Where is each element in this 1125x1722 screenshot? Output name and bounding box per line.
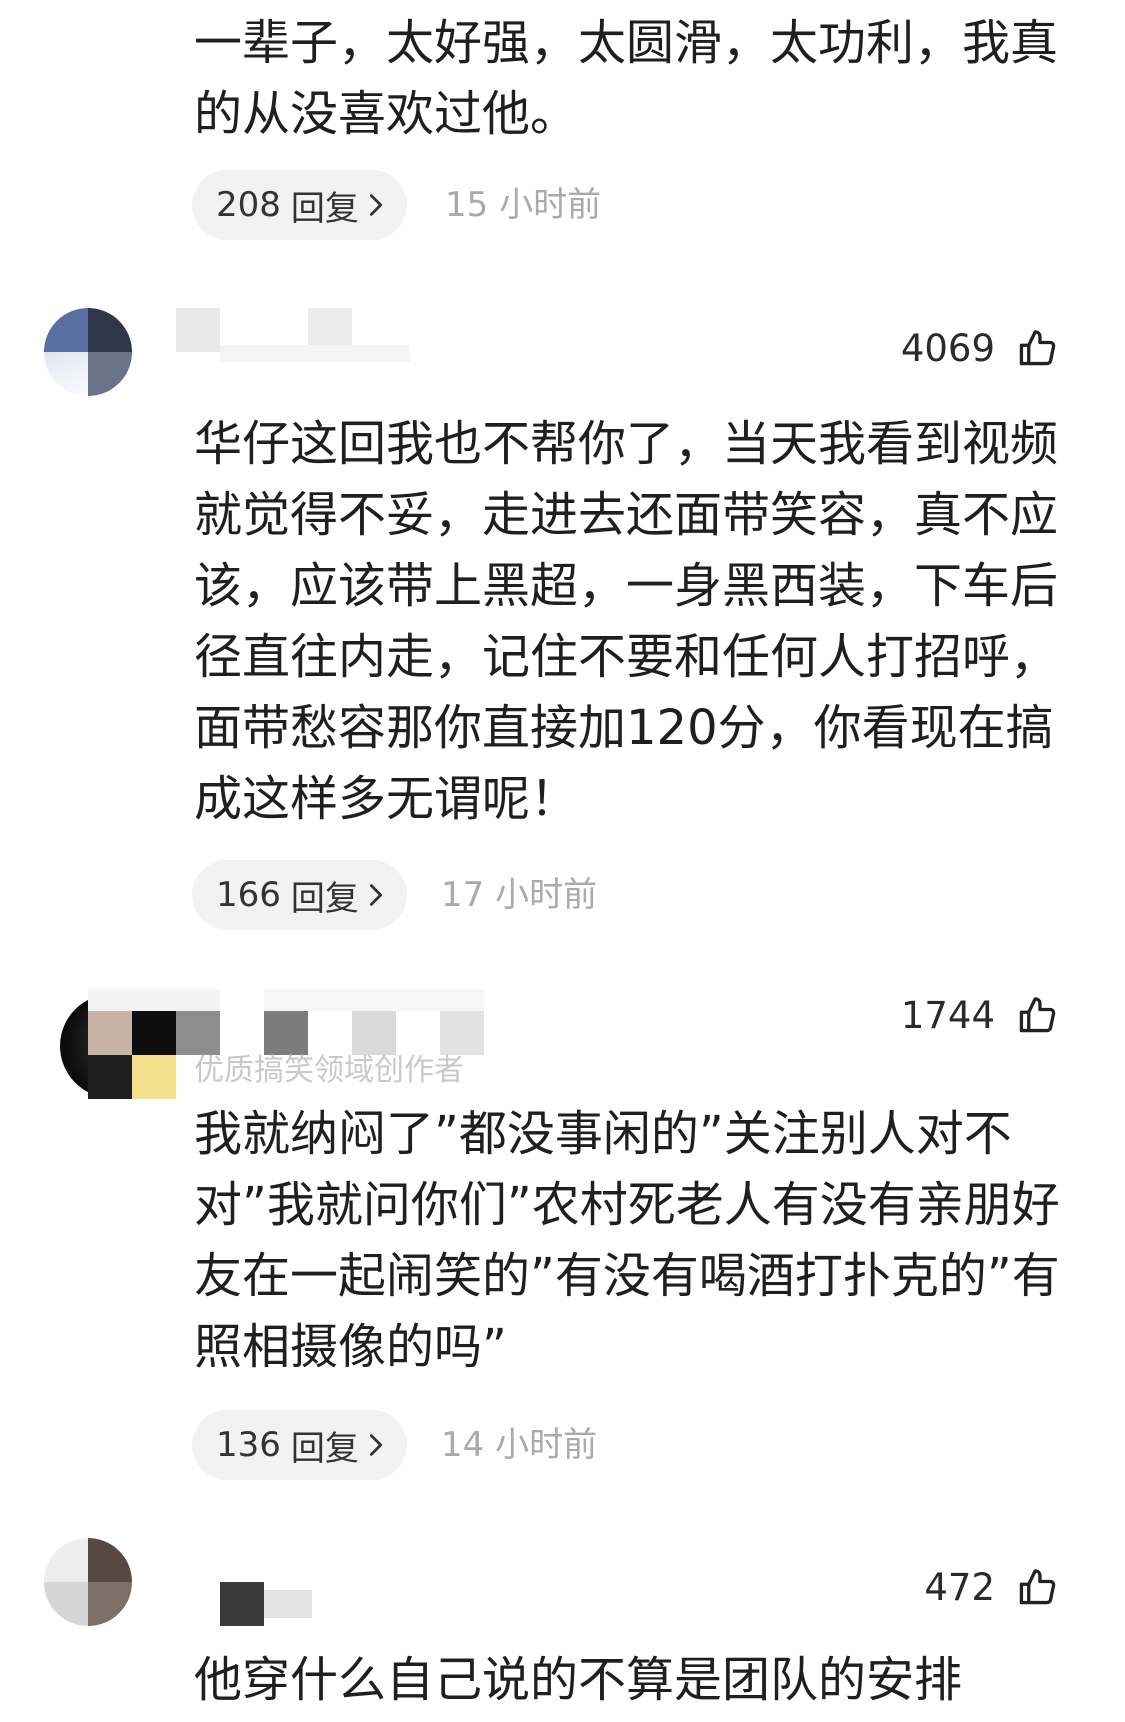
chevron-right-icon (369, 1433, 383, 1457)
comment-text-line: 成这样多无谓呢！ (194, 771, 579, 827)
mosaic-tile (440, 1011, 484, 1055)
mosaic-tile (88, 1011, 132, 1055)
like-count: 1744 (900, 993, 995, 1037)
mosaic-tile (264, 989, 484, 1011)
comment-text-line: 的从没喜欢过他。 (194, 86, 579, 142)
username-obscured[interactable] (264, 989, 484, 1055)
reply-count: 166 (216, 875, 281, 915)
like-count: 472 (924, 1565, 995, 1609)
mosaic-tile (132, 1011, 176, 1055)
mosaic-tile (176, 1011, 220, 1055)
thumbs-up-icon[interactable] (1015, 326, 1059, 370)
like-count: 4069 (900, 326, 995, 370)
avatar[interactable] (44, 308, 132, 396)
like-button[interactable]: 1744 (901, 990, 1059, 1040)
comment-text-line: 就觉得不妥，走进去还面带笑容，真不应 (194, 487, 1059, 543)
mosaic-tile (44, 1582, 88, 1626)
chevron-right-icon (369, 193, 383, 217)
comment-text-line: 一辈子，太好强，太圆滑，太功利，我真 (194, 15, 1059, 71)
reply-count: 208 (216, 185, 281, 225)
reply-label: 回复 (290, 188, 359, 229)
author-badge: 优质搞笑领域创作者 (194, 1053, 464, 1088)
mosaic-tile (88, 352, 132, 396)
mosaic-tile (176, 308, 220, 352)
like-button[interactable]: 4069 (901, 323, 1059, 373)
comment-time: 17 小时前 (441, 875, 598, 915)
mosaic-tile (44, 308, 88, 352)
mosaic-tile (88, 1582, 132, 1626)
comment-text: 我就纳闷了”都没事闲的”关注别人对不 对”我就问你们”农村死老人有没有亲朋好 友… (194, 1099, 1060, 1383)
comment-text-line: 友在一起闹笑的”有没有喝酒打扑克的”有 (194, 1248, 1060, 1304)
mosaic-tile (132, 1055, 176, 1099)
chevron-right-icon (369, 883, 383, 907)
view-replies-button[interactable]: 166 回复 (192, 860, 407, 930)
comment: 4069 华仔这回我也不帮你了，当天我看到视频 就觉得不妥，走进去还面带笑容，真… (0, 290, 1125, 950)
view-replies-button[interactable]: 208 回复 (192, 170, 407, 240)
comment-time: 14 小时前 (441, 1425, 598, 1465)
comment-text-line: 该，应该带上黑超，一身黑西装，下车后 (194, 558, 1059, 614)
comment-text: 他穿什么自己说的不算是团队的安排 (194, 1645, 962, 1716)
mosaic-tile (88, 1055, 132, 1099)
view-replies-button[interactable]: 136 回复 (192, 1410, 407, 1480)
comment-text-line: 照相摄像的吗” (194, 1319, 507, 1375)
mosaic-tile (264, 1011, 308, 1055)
mosaic-tile (88, 1538, 132, 1582)
reply-count: 136 (216, 1425, 281, 1465)
comment: 1744 优质搞笑领域创作者 我就纳闷了”都没事闲的”关注别人对不 对”我就问你… (0, 960, 1125, 1500)
like-button[interactable]: 472 (924, 1562, 1059, 1612)
thumbs-up-icon[interactable] (1015, 1565, 1059, 1609)
comment-text: 华仔这回我也不帮你了，当天我看到视频 就觉得不妥，走进去还面带笑容，真不应 该，… (194, 409, 1058, 835)
mosaic-tile (88, 989, 220, 1011)
comment-text-line: 华仔这回我也不帮你了，当天我看到视频 (194, 416, 1059, 472)
mosaic-tile (220, 1582, 264, 1626)
comment: 一辈子，太好强，太圆滑，太功利，我真 的从没喜欢过他。 208 回复 15 小时… (0, 0, 1125, 270)
comment-text-line: 径直往内走，记住不要和任何人打招呼， (194, 629, 1059, 685)
avatar[interactable] (44, 1538, 132, 1626)
comment: 472 他穿什么自己说的不算是团队的安排 (0, 1520, 1125, 1722)
reply-label: 回复 (290, 1428, 359, 1469)
mosaic-tile (264, 1590, 312, 1618)
comment-text-line: 对”我就问你们”农村死老人有没有亲朋好 (194, 1177, 1060, 1233)
comment-text: 一辈子，太好强，太圆滑，太功利，我真 的从没喜欢过他。 (194, 8, 1058, 150)
mosaic-tile (352, 1011, 396, 1055)
comment-text-line: 我就纳闷了”都没事闲的”关注别人对不 (194, 1106, 1012, 1162)
mosaic-tile (88, 308, 132, 352)
username-obscured[interactable] (176, 308, 410, 362)
comment-text-line: 面带愁容那你直接加120分，你看现在搞 (194, 700, 1054, 756)
username-obscured[interactable] (220, 1582, 312, 1626)
comment-text-line: 他穿什么自己说的不算是团队的安排 (194, 1652, 963, 1708)
comment-time: 15 小时前 (445, 185, 602, 225)
reply-label: 回复 (290, 878, 359, 919)
thumbs-up-icon[interactable] (1015, 993, 1059, 1037)
mosaic-tile (220, 345, 410, 362)
